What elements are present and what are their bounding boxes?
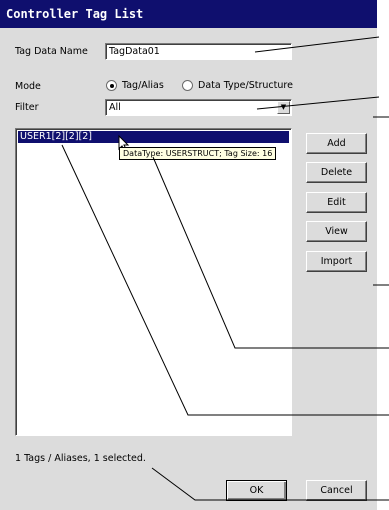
import-button[interactable]: Import [306,251,367,272]
radio-checked-icon [106,80,117,91]
list-item[interactable]: USER1[2][2][2] [18,131,289,143]
radio-unchecked-icon [182,80,193,91]
page-margin [377,0,389,510]
mode-radio-tag-alias[interactable]: Tag/Alias [106,80,164,91]
cancel-button[interactable]: Cancel [306,480,367,501]
ok-button[interactable]: OK [226,480,287,501]
mode-option-tag-alias-label: Tag/Alias [122,80,164,91]
edit-button[interactable]: Edit [306,192,367,213]
chevron-down-icon[interactable]: ▼ [277,101,290,114]
delete-button[interactable]: Delete [306,162,367,183]
mode-radio-data-type-structure[interactable]: Data Type/Structure [182,80,293,91]
tag-listbox[interactable]: USER1[2][2][2] [15,128,292,436]
mode-label: Mode [15,81,41,92]
mode-option-data-type-label: Data Type/Structure [198,80,293,91]
tag-info-tooltip: DataType: USERSTRUCT; Tag Size: 16 [119,147,277,160]
tag-data-name-label: Tag Data Name [15,46,88,57]
filter-value: All [109,102,121,113]
filter-select[interactable]: All ▼ [105,99,292,116]
status-text: 1 Tags / Aliases, 1 selected. [15,453,146,464]
window-title: Controller Tag List [0,0,377,28]
view-button[interactable]: View [306,221,367,242]
tag-data-name-input[interactable]: TagData01 [105,43,292,60]
controller-tag-list-dialog: Controller Tag List Tag Data Name TagDat… [0,0,389,510]
add-button[interactable]: Add [306,133,367,154]
filter-label: Filter [15,102,39,113]
